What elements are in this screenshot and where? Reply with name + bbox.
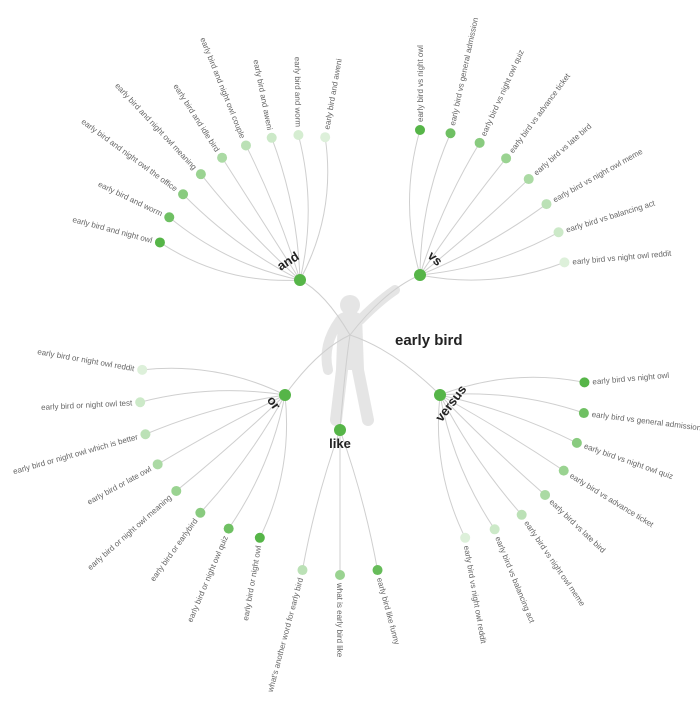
- branch: [440, 395, 545, 495]
- person-silhouette: [327, 290, 396, 420]
- leaf-dot[interactable]: [178, 189, 188, 199]
- leaf-dot[interactable]: [195, 508, 205, 518]
- branch: [140, 391, 285, 403]
- leaf-dot[interactable]: [164, 212, 174, 222]
- category-dot-and[interactable]: [294, 274, 306, 286]
- leaf-dot[interactable]: [267, 133, 277, 143]
- leaf-dot[interactable]: [335, 570, 345, 580]
- leaf-label: early bird vs general admission: [448, 17, 480, 127]
- leaf-label: early bird vs night owl: [592, 371, 670, 387]
- leaf-dot[interactable]: [241, 140, 251, 150]
- branch: [200, 395, 285, 513]
- leaf-dot[interactable]: [217, 153, 227, 163]
- branch: [229, 395, 285, 529]
- leaf-label: early bird or earlybird: [148, 517, 199, 583]
- leaf-dot[interactable]: [554, 227, 564, 237]
- leaf-dot[interactable]: [446, 128, 456, 138]
- category-label-and: and: [274, 248, 302, 273]
- category-dot-like[interactable]: [334, 424, 346, 436]
- leaf-dot[interactable]: [155, 237, 165, 247]
- leaf-dot[interactable]: [460, 533, 470, 543]
- leaf-label: early bird or night owl quiz: [186, 534, 230, 623]
- leaf-dot[interactable]: [196, 169, 206, 179]
- leaf-dot[interactable]: [415, 125, 425, 135]
- leaf-dot[interactable]: [140, 429, 150, 439]
- leaf-label: early bird vs night owl: [416, 45, 425, 122]
- leaf-label: early bird vs night owl quiz: [583, 442, 675, 481]
- leaf-dot[interactable]: [490, 524, 500, 534]
- leaf-dot[interactable]: [475, 138, 485, 148]
- leaf-label: early bird like funny: [375, 577, 402, 646]
- leaf-label: early bird vs night owl meme: [522, 519, 587, 608]
- branch: [158, 395, 285, 464]
- leaf-label: early bird vs late bird: [532, 122, 593, 178]
- leaf-label: early bird and worm: [293, 57, 303, 128]
- leaf-dot[interactable]: [579, 377, 589, 387]
- leaf-label: what's another word for early bird: [266, 577, 306, 694]
- leaf-dot[interactable]: [572, 438, 582, 448]
- leaf-label: early bird or night owl test: [41, 398, 133, 412]
- leaf-label: early bird vs night owl meme: [551, 147, 644, 205]
- leaf-label: early bird or late owl: [86, 464, 153, 506]
- leaf-dot[interactable]: [524, 174, 534, 184]
- leaf-dot[interactable]: [137, 365, 147, 375]
- leaf-dot[interactable]: [501, 153, 511, 163]
- leaf-dot[interactable]: [153, 459, 163, 469]
- leaf-dot[interactable]: [255, 533, 265, 543]
- branch: [420, 262, 564, 280]
- leaf-dot[interactable]: [579, 408, 589, 418]
- leaf-label: early bird or night owl: [241, 545, 263, 622]
- leaf-label: early bird and worm: [97, 180, 165, 219]
- leaf-label: early bird vs night owl reddit: [462, 545, 488, 645]
- leaf-label: early bird or night owl which is better: [12, 432, 139, 476]
- leaf-label: early bird vs general admission: [591, 410, 700, 433]
- leaf-label: early bird vs night owl quiz: [479, 48, 526, 137]
- leaf-dot[interactable]: [224, 524, 234, 534]
- leaf-label: early bird vs balancing act: [493, 535, 536, 625]
- category-label-like: like: [329, 436, 351, 451]
- branch: [410, 130, 421, 275]
- leaf-dot[interactable]: [559, 466, 569, 476]
- leaf-dot[interactable]: [297, 565, 307, 575]
- center-label: early bird: [395, 332, 463, 349]
- leaf-label: early bird and idle bird: [171, 82, 221, 153]
- leaf-dot[interactable]: [135, 397, 145, 407]
- branch: [302, 430, 340, 570]
- leaf-dot[interactable]: [373, 565, 383, 575]
- leaf-dot[interactable]: [293, 130, 303, 140]
- leaf-label: what is early bird like: [335, 582, 344, 658]
- category-dot-vs[interactable]: [414, 269, 426, 281]
- leaf-label: early bird vs night owl reddit: [572, 249, 672, 267]
- leaf-dot[interactable]: [171, 486, 181, 496]
- leaf-label: early bird and night owl: [71, 215, 153, 245]
- leaf-dot[interactable]: [559, 257, 569, 267]
- leaf-label: early bird vs late bird: [548, 497, 608, 554]
- branch: [340, 430, 378, 570]
- leaf-dot[interactable]: [320, 132, 330, 142]
- leaf-dot[interactable]: [541, 199, 551, 209]
- leaf-label: early bird and aweni: [322, 58, 343, 130]
- leaf-label: early bird and aweni: [251, 59, 274, 131]
- leaf-dot[interactable]: [517, 510, 527, 520]
- leaf-label: early bird or night owl reddit: [37, 347, 136, 373]
- keyword-sunburst: andearly bird and night owlearly bird an…: [0, 0, 700, 701]
- branch: [298, 135, 308, 280]
- leaf-dot[interactable]: [540, 490, 550, 500]
- category-label-versus: versus: [432, 382, 469, 424]
- leaf-label: early bird vs balancing act: [565, 198, 657, 234]
- leaf-label: early bird vs advance ticket: [568, 471, 656, 529]
